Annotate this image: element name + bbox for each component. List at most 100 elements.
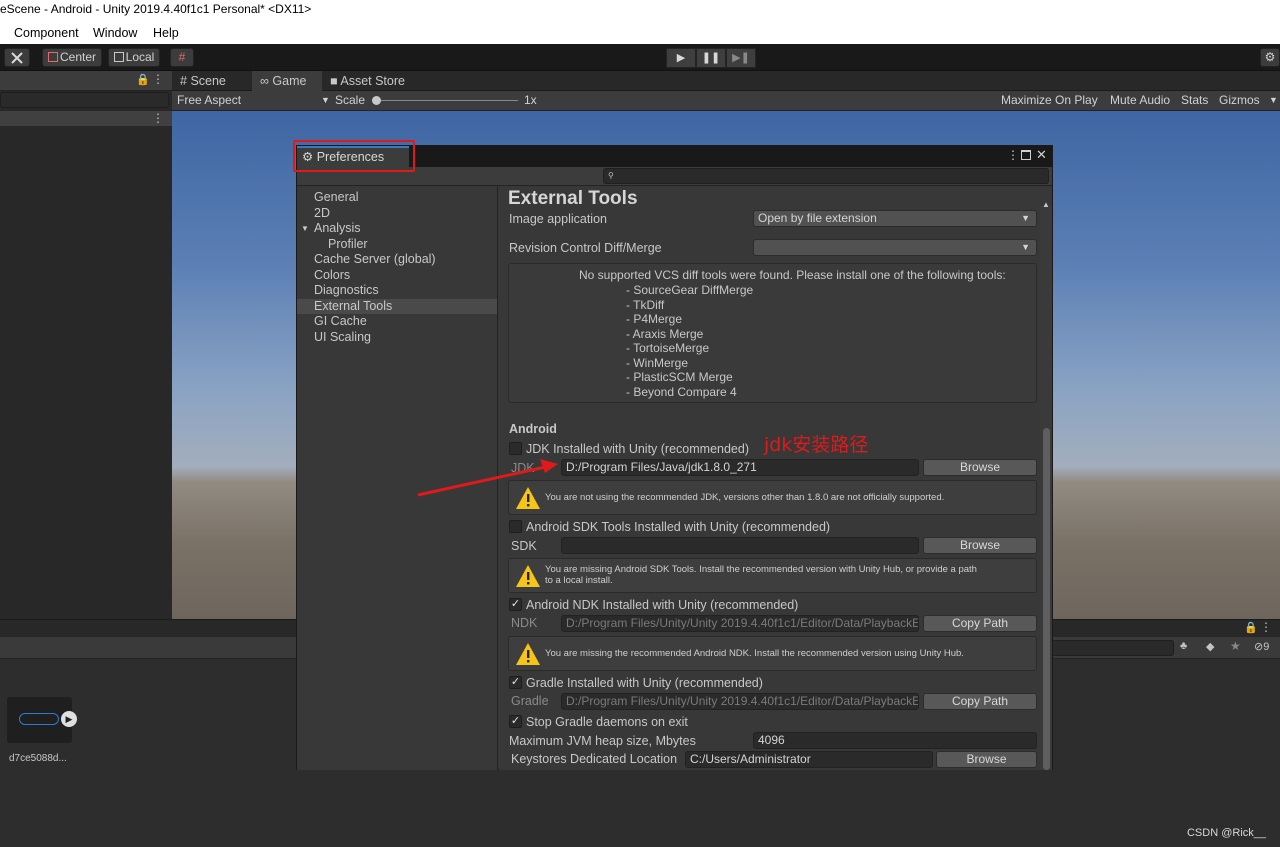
image-application-dropdown[interactable]: Open by file extension ▼ xyxy=(753,210,1037,227)
project-search-input[interactable] xyxy=(1050,640,1174,656)
jdk-installed-checkbox[interactable] xyxy=(509,442,522,455)
revision-control-dropdown[interactable]: ▼ xyxy=(753,239,1037,256)
search-icon: ⚲ xyxy=(608,171,614,180)
preferences-scrollbar[interactable]: ▲ xyxy=(1040,200,1052,770)
scene-menu-icon[interactable]: ⋮ xyxy=(152,111,164,125)
sidebar-item-analysis[interactable]: ▼ Analysis xyxy=(297,221,497,237)
scale-slider-track[interactable] xyxy=(372,100,518,101)
section-title: External Tools xyxy=(508,188,638,209)
sidebar-item-2d[interactable]: 2D xyxy=(297,206,497,222)
jdk-browse-button[interactable]: Browse xyxy=(923,459,1037,476)
window-menu-icon[interactable]: ⋮ xyxy=(1007,148,1019,162)
chevron-down-icon: ▼ xyxy=(1021,242,1030,252)
project-more-icon[interactable]: ⋮ xyxy=(1260,620,1272,634)
grid-snap-icon[interactable]: # xyxy=(170,48,194,67)
vcs-tool-item: - TortoiseMerge xyxy=(626,341,710,355)
sidebar-item-profiler[interactable]: Profiler xyxy=(297,237,497,253)
hierarchy-scene-row[interactable]: ⋮ xyxy=(0,111,172,126)
keystore-field[interactable]: C:/Users/Administrator xyxy=(685,751,933,768)
tab-scene[interactable]: # Scene xyxy=(172,71,252,91)
menu-item-window[interactable]: Window xyxy=(93,22,137,44)
sidebar-item-gi-cache[interactable]: GI Cache xyxy=(297,314,497,330)
gradle-copy-path-button[interactable]: Copy Path xyxy=(923,693,1037,710)
jdk-warning-text: You are not using the recommended JDK, v… xyxy=(545,492,945,503)
play-overlay-icon: ▶ xyxy=(61,711,77,727)
tools-icon[interactable] xyxy=(4,48,30,67)
window-title: eScene - Android - Unity 2019.4.40f1c1 P… xyxy=(0,2,312,16)
step-button[interactable]: ▶❚ xyxy=(726,48,756,68)
filter-type-icon[interactable]: ♣ xyxy=(1180,640,1187,652)
keystore-label: Keystores Dedicated Location xyxy=(511,752,678,766)
ndk-installed-label: Android NDK Installed with Unity (recomm… xyxy=(526,598,799,612)
sidebar-item-external-tools[interactable]: External Tools xyxy=(297,298,497,314)
sidebar-item-ui-scaling[interactable]: UI Scaling xyxy=(297,330,497,346)
gradle-label: Gradle xyxy=(511,694,549,708)
video-asset-thumbnail[interactable]: ▶ xyxy=(7,697,77,743)
gradle-installed-checkbox[interactable]: ✓ xyxy=(509,676,522,689)
pivot-center-button[interactable]: Center xyxy=(42,48,102,67)
ndk-copy-path-button[interactable]: Copy Path xyxy=(923,615,1037,632)
favorite-star-icon[interactable]: ★ xyxy=(1230,639,1241,653)
sidebar-item-colors[interactable]: Colors xyxy=(297,268,497,284)
maximize-on-play-toggle[interactable]: Maximize On Play xyxy=(1001,91,1098,110)
asset-logo-icon xyxy=(19,713,59,725)
warning-icon xyxy=(516,565,540,587)
expand-arrow-icon[interactable]: ▼ xyxy=(301,221,309,237)
label-icon[interactable]: ◆ xyxy=(1206,640,1214,653)
project-lock-icon[interactable]: 🔒 xyxy=(1244,621,1258,634)
sdk-browse-button[interactable]: Browse xyxy=(923,537,1037,554)
window-title-bar: eScene - Android - Unity 2019.4.40f1c1 P… xyxy=(0,0,1280,22)
sidebar-item-diagnostics[interactable]: Diagnostics xyxy=(297,283,497,299)
annotation-highlight-box xyxy=(293,140,415,172)
pause-button[interactable]: ❚❚ xyxy=(696,48,726,68)
ndk-path-field[interactable]: D:/Program Files/Unity/Unity 2019.4.40f1… xyxy=(561,615,919,632)
annotation-arrow xyxy=(417,459,558,497)
sdk-warning-box: You are missing Android SDK Tools. Insta… xyxy=(508,558,1037,593)
hidden-packages-icon[interactable]: ⊘9 xyxy=(1254,640,1269,653)
mute-audio-toggle[interactable]: Mute Audio xyxy=(1110,91,1170,110)
gamepad-icon: ∞ xyxy=(260,74,269,88)
external-tools-panel: External Tools Image application Open by… xyxy=(499,186,1052,770)
tab-asset-store[interactable]: ■ Asset Store xyxy=(322,71,422,91)
scale-value: 1x xyxy=(524,93,537,107)
preferences-search-input[interactable]: ⚲ xyxy=(603,168,1049,184)
sdk-installed-checkbox[interactable] xyxy=(509,520,522,533)
annotation-label: jdk安装路径 xyxy=(764,434,869,456)
scroll-thumb[interactable] xyxy=(1043,428,1050,770)
scroll-up-icon[interactable]: ▲ xyxy=(1042,200,1050,209)
gradle-path-field[interactable]: D:/Program Files/Unity/Unity 2019.4.40f1… xyxy=(561,693,919,710)
keystore-browse-button[interactable]: Browse xyxy=(936,751,1037,768)
ndk-warning-box: You are missing the recommended Android … xyxy=(508,636,1037,671)
cube-icon xyxy=(113,52,124,62)
menu-item-help[interactable]: Help xyxy=(153,22,179,44)
watermark: CSDN @Rick__ xyxy=(1186,827,1266,839)
gizmos-dropdown[interactable]: Gizmos xyxy=(1219,91,1260,110)
asset-name-label: d7ce5088d... xyxy=(9,753,67,764)
hierarchy-search-input[interactable] xyxy=(0,92,169,108)
close-icon[interactable]: ✕ xyxy=(1036,147,1047,163)
vcs-tool-item: - TkDiff xyxy=(626,297,665,312)
jdk-path-field[interactable]: D:/Program Files/Java/jdk1.8.0_271 xyxy=(561,459,919,476)
scale-slider-handle[interactable] xyxy=(372,96,381,105)
stop-gradle-checkbox[interactable]: ✓ xyxy=(509,715,522,728)
scale-label: Scale xyxy=(335,93,366,107)
sidebar-item-cache-server[interactable]: Cache Server (global) xyxy=(297,252,497,268)
pivot-local-button[interactable]: Local xyxy=(108,48,160,67)
more-options-icon[interactable]: ⋮ xyxy=(152,72,164,86)
vcs-tool-item: - SourceGear DiffMerge xyxy=(626,283,754,297)
stats-toggle[interactable]: Stats xyxy=(1181,91,1208,110)
settings-gear-icon[interactable]: ⚙ xyxy=(1260,48,1280,67)
sdk-path-field[interactable] xyxy=(561,537,919,554)
jvm-heap-label: Maximum JVM heap size, Mbytes xyxy=(509,734,696,748)
gizmos-chevron-icon[interactable]: ▼ xyxy=(1269,91,1278,110)
maximize-icon[interactable] xyxy=(1021,150,1031,160)
chevron-down-icon: ▼ xyxy=(321,95,330,105)
play-button[interactable]: ▶ xyxy=(666,48,696,68)
jvm-heap-field[interactable]: 4096 xyxy=(753,732,1037,749)
ndk-installed-checkbox[interactable]: ✓ xyxy=(509,598,522,611)
sidebar-item-general[interactable]: General xyxy=(297,190,497,206)
menu-item-component[interactable]: Component xyxy=(14,22,79,44)
vcs-help-box: No supported VCS diff tools were found. … xyxy=(508,263,1037,403)
tab-game[interactable]: ∞ Game xyxy=(252,71,322,91)
lock-icon[interactable]: 🔒 xyxy=(136,73,150,86)
